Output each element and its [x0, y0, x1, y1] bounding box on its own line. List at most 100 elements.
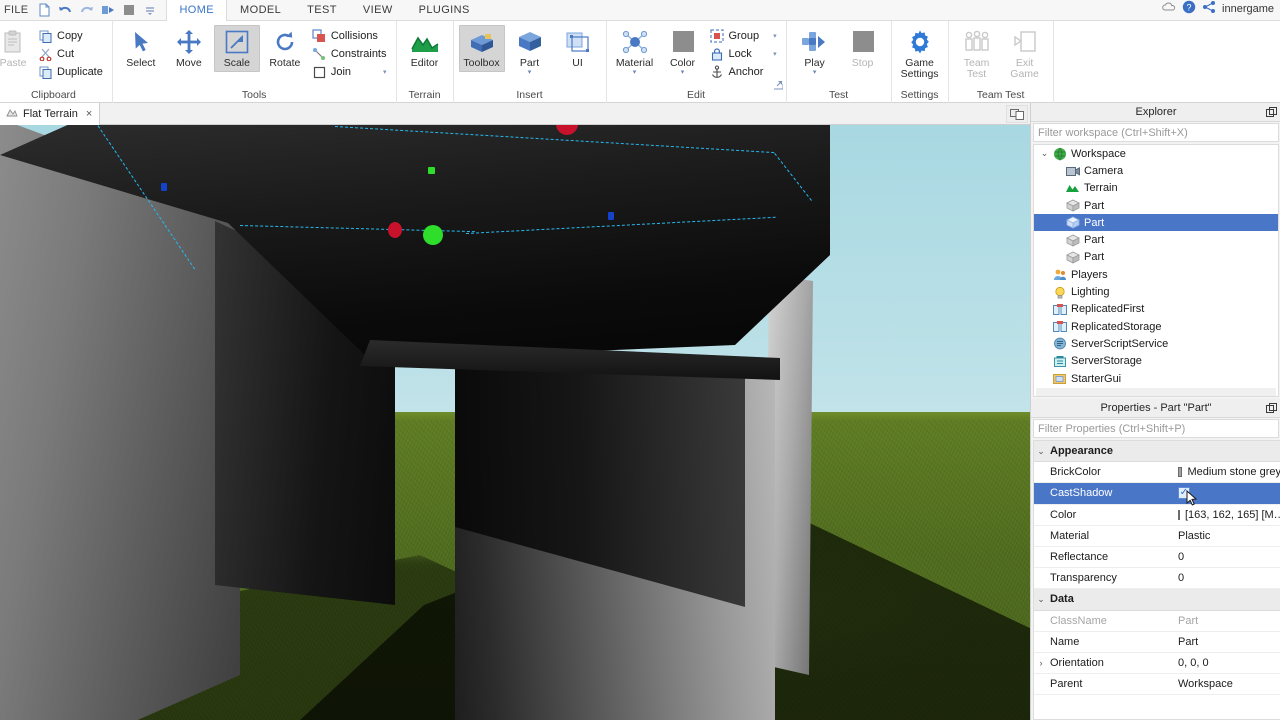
stop-button[interactable]: Stop: [840, 25, 886, 72]
rotate-tool-button[interactable]: Rotate: [262, 25, 308, 72]
property-row-reflectance[interactable]: Reflectance 0: [1034, 547, 1280, 569]
tree-item-terrain[interactable]: Terrain: [1034, 180, 1278, 197]
help-icon[interactable]: ?: [1182, 0, 1196, 17]
property-row-material[interactable]: Material Plastic: [1034, 526, 1280, 547]
edit-dialog-launcher-icon[interactable]: [773, 80, 784, 90]
play-solo-icon[interactable]: [99, 1, 116, 18]
undo-icon[interactable]: [57, 1, 74, 18]
redo-icon[interactable]: [78, 1, 95, 18]
property-row-color[interactable]: Color [163, 162, 165] [M…: [1034, 505, 1280, 526]
property-row-castshadow[interactable]: CastShadow ✓: [1034, 483, 1280, 507]
duplicate-button[interactable]: Duplicate: [36, 63, 107, 81]
play-caret-icon[interactable]: ▾: [813, 69, 817, 76]
tree-item-part-4[interactable]: Part: [1034, 249, 1278, 266]
undock-icon[interactable]: [1265, 106, 1277, 118]
insert-part-button[interactable]: Part ▾: [507, 25, 553, 79]
anchor-button[interactable]: Anchor: [708, 63, 781, 81]
property-category-appearance[interactable]: ⌄ Appearance: [1034, 441, 1280, 463]
property-value[interactable]: 0: [1176, 551, 1280, 563]
chevron-down-icon[interactable]: ⌄: [1034, 594, 1048, 605]
tab-model[interactable]: MODEL: [227, 0, 294, 20]
join-caret-icon[interactable]: ▾: [373, 68, 387, 76]
tab-view[interactable]: VIEW: [350, 0, 406, 20]
scale-handle-x-negative[interactable]: [161, 183, 167, 191]
tab-home[interactable]: HOME: [166, 0, 228, 21]
property-value[interactable]: [163, 162, 165] [M…: [1176, 509, 1280, 521]
properties-grid[interactable]: ⌄ Appearance BrickColor Medium stone gre…: [1033, 440, 1280, 720]
undock-icon[interactable]: [1265, 402, 1277, 414]
toolbox-button[interactable]: Toolbox: [458, 25, 505, 72]
cloud-icon[interactable]: [1162, 2, 1176, 15]
scale-handle-y-negative[interactable]: [423, 225, 443, 245]
join-toggle[interactable]: Join ▾: [310, 63, 391, 81]
chevron-right-icon[interactable]: ›: [1034, 658, 1048, 668]
lock-button[interactable]: Lock ▾: [708, 45, 781, 63]
select-tool-button[interactable]: Select: [118, 25, 164, 72]
chevron-down-icon[interactable]: ⌄: [1038, 148, 1051, 159]
scale-handle-x-positive[interactable]: [608, 212, 614, 220]
tree-item-serverscriptservice[interactable]: ServerScriptService: [1034, 335, 1278, 352]
scale-handle-z-negative[interactable]: [388, 222, 402, 238]
color-button[interactable]: Color ▾: [660, 25, 706, 79]
team-test-button[interactable]: Team Test: [954, 25, 1000, 83]
tree-item-replicatedfirst[interactable]: ReplicatedFirst: [1034, 301, 1278, 318]
game-settings-button[interactable]: Game Settings: [897, 25, 943, 83]
play-button[interactable]: Play ▾: [792, 25, 838, 79]
group-caret-icon[interactable]: ▾: [763, 32, 777, 40]
tree-item-startergui[interactable]: StarterGui: [1034, 370, 1278, 387]
file-menu-button[interactable]: FILE: [2, 4, 32, 20]
tab-plugins[interactable]: PLUGINS: [406, 0, 483, 20]
part-caret-icon[interactable]: ▾: [528, 69, 532, 76]
close-icon[interactable]: ×: [83, 108, 92, 120]
property-row-name[interactable]: Name Part: [1034, 632, 1280, 653]
tree-item-part-1[interactable]: Part: [1034, 197, 1278, 214]
property-value[interactable]: Medium stone grey: [1176, 466, 1280, 478]
explorer-filter-input[interactable]: Filter workspace (Ctrl+Shift+X): [1033, 123, 1279, 142]
material-caret-icon[interactable]: ▾: [633, 69, 637, 76]
copy-button[interactable]: Copy: [36, 27, 107, 45]
scale-tool-button[interactable]: Scale: [213, 25, 260, 72]
viewport-tab-flat-terrain[interactable]: Flat Terrain ×: [0, 102, 101, 125]
terrain-editor-button[interactable]: Editor: [402, 25, 448, 72]
property-value[interactable]: 0, 0, 0: [1176, 657, 1280, 669]
3d-viewport[interactable]: [0, 125, 1030, 720]
property-row-orientation[interactable]: › Orientation 0, 0, 0: [1034, 653, 1280, 675]
property-value[interactable]: Workspace: [1176, 678, 1280, 690]
tree-item-workspace[interactable]: ⌄ Workspace: [1034, 145, 1278, 162]
share-icon[interactable]: [1202, 0, 1216, 17]
property-row-brickcolor[interactable]: BrickColor Medium stone grey: [1034, 462, 1280, 484]
new-file-icon[interactable]: [36, 1, 53, 18]
tree-item-players[interactable]: Players: [1034, 266, 1278, 283]
insert-ui-button[interactable]: UI: [555, 25, 601, 72]
property-value[interactable]: 0: [1176, 572, 1280, 584]
tree-item-part-3[interactable]: Part: [1034, 231, 1278, 248]
customize-qat-icon[interactable]: [141, 1, 158, 18]
exit-game-button[interactable]: Exit Game: [1002, 25, 1048, 83]
constraints-toggle[interactable]: Constraints: [310, 45, 391, 63]
group-button[interactable]: Group ▾: [708, 27, 781, 45]
chevron-down-icon[interactable]: ⌄: [1034, 446, 1048, 457]
color-caret-icon[interactable]: ▾: [681, 69, 685, 76]
property-row-parent[interactable]: Parent Workspace: [1034, 674, 1280, 696]
properties-filter-input[interactable]: Filter Properties (Ctrl+Shift+P): [1033, 419, 1279, 438]
collisions-toggle[interactable]: Collisions: [310, 27, 391, 45]
tree-item-serverstorage[interactable]: ServerStorage: [1034, 353, 1278, 370]
move-tool-button[interactable]: Move: [166, 25, 212, 72]
tab-test[interactable]: TEST: [294, 0, 350, 20]
lock-caret-icon[interactable]: ▾: [763, 50, 777, 58]
tree-item-part-2-selected[interactable]: Part: [1034, 214, 1278, 232]
stop-icon[interactable]: [120, 1, 137, 18]
property-value[interactable]: Part: [1176, 636, 1280, 648]
property-category-data[interactable]: ⌄ Data: [1034, 589, 1280, 611]
tree-item-lighting[interactable]: Lighting: [1034, 283, 1278, 300]
tree-item-camera[interactable]: Camera: [1034, 162, 1278, 179]
explorer-tree[interactable]: ⌄ Workspace Camera Terrain Part Part Par…: [1033, 144, 1279, 397]
scale-handle-y-positive[interactable]: [428, 167, 435, 174]
property-row-transparency[interactable]: Transparency 0: [1034, 568, 1280, 590]
material-button[interactable]: Material ▾: [612, 25, 658, 79]
cut-button[interactable]: Cut: [36, 45, 107, 63]
tree-item-replicatedstorage[interactable]: ReplicatedStorage: [1034, 318, 1278, 335]
device-emulation-icon[interactable]: [1006, 105, 1028, 123]
property-value[interactable]: Plastic: [1176, 530, 1280, 542]
paste-button[interactable]: Paste: [0, 25, 34, 72]
